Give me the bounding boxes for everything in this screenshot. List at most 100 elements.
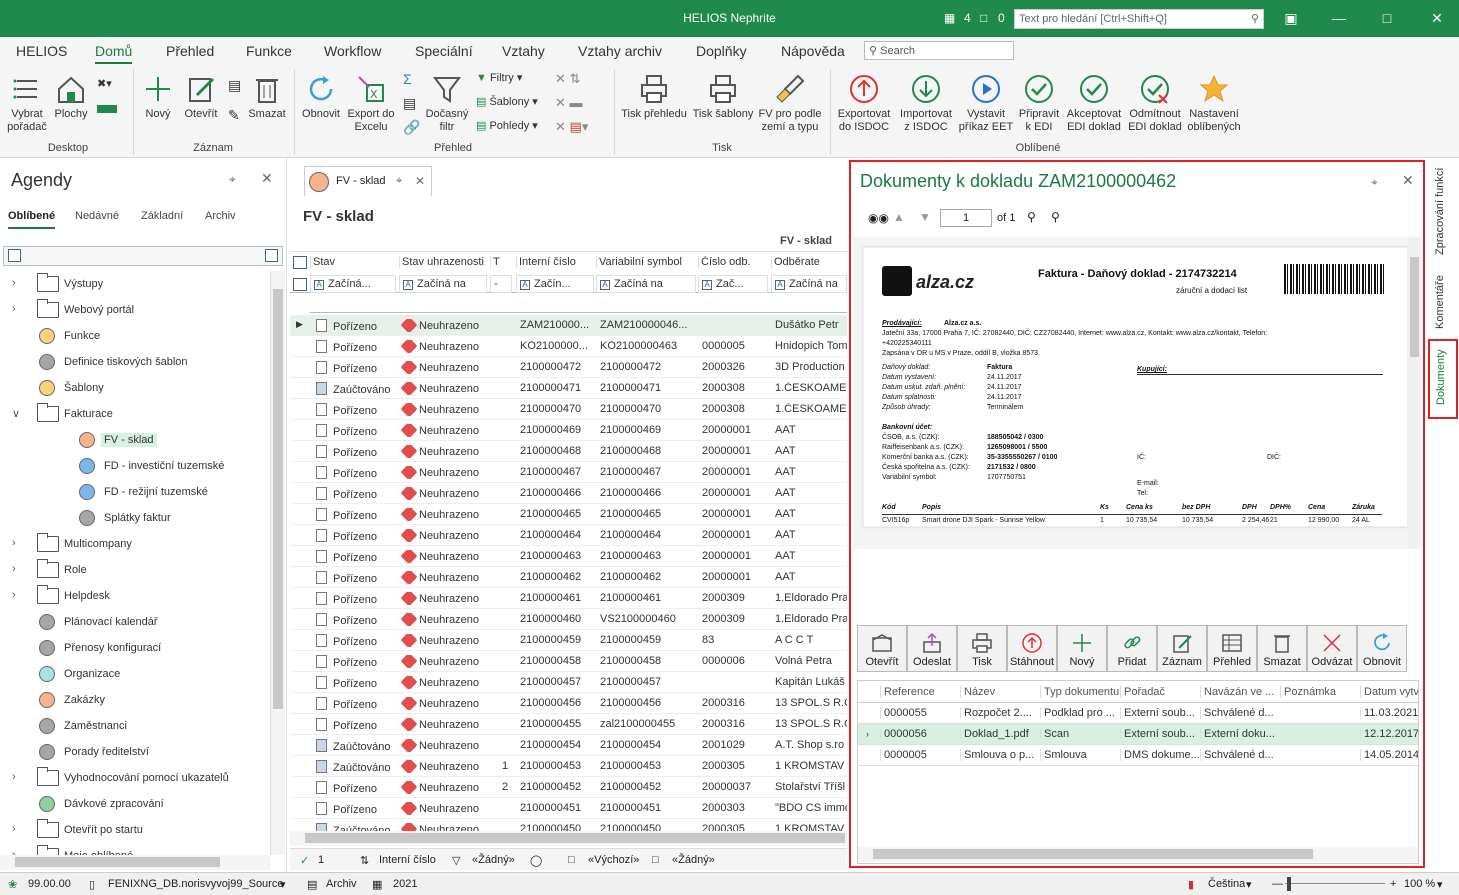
export-excel-button[interactable]: X Export do Excelu (345, 73, 397, 134)
column-header[interactable]: Odběrate (771, 256, 847, 268)
color-icon[interactable] (97, 105, 117, 113)
table-row[interactable]: Pořízeno Neuhrazeno 2100000460 VS2100000460… (290, 609, 847, 630)
tree-item[interactable]: ›Moje oblíbené (0, 843, 268, 855)
table-row[interactable]: Pořízeno Neuhrazeno 2100000456 2100000456 20… (290, 693, 847, 714)
column-header[interactable]: Interní číslo (516, 256, 594, 268)
exportovat-isdoc-button[interactable]: Exportovat do ISDOC (834, 73, 894, 134)
filter-chooser-icon[interactable] (293, 278, 307, 291)
zoom-in-icon[interactable]: + (1390, 878, 1396, 890)
table-row[interactable]: Pořízeno Neuhrazeno 2100000455 zal210000045… (290, 714, 847, 735)
column-filter[interactable]: A Začíná na (399, 275, 487, 293)
obnovit-button[interactable]: Obnovit (299, 73, 343, 121)
tree-item[interactable]: › Multicompany (0, 531, 268, 557)
filter-icon[interactable]: ▽ (452, 854, 460, 867)
tree-item[interactable]: Zaměstnanci (0, 713, 268, 739)
fv-pro-podle-button[interactable]: FV pro podle zemí a typu (756, 73, 824, 134)
contact-icon[interactable]: ▦ (944, 11, 955, 25)
smazat-button[interactable]: Smazat (246, 73, 288, 121)
zoom-in-icon[interactable]: ⚲ (1051, 210, 1060, 224)
chevron-down-icon[interactable]: ∨ (12, 407, 22, 420)
other-icon[interactable]: □ (652, 854, 659, 866)
filter-clear-icon[interactable] (265, 249, 278, 262)
documents-column-header[interactable]: Navázán ve ... (1200, 686, 1280, 698)
document-action-button[interactable]: Přidat (1107, 625, 1157, 672)
tree-scroll-thumb[interactable] (273, 289, 283, 709)
menu-search-input[interactable]: ⚲ Search (864, 41, 1014, 60)
otevrit-button[interactable]: Otevřít (180, 73, 222, 121)
documents-row[interactable]: 0000055 Rozpočet 2.... Podklad pro ... Exte… (858, 703, 1418, 724)
tree-item[interactable]: Funkce (0, 323, 268, 349)
pohledy-button[interactable]: ▤ Pohledy ▾ (476, 119, 538, 132)
table-row[interactable]: Pořízeno Neuhrazeno 2100000470 2100000470 20… (290, 399, 847, 420)
close-icon[interactable]: ✕ (1402, 172, 1414, 189)
menu-vztahy-archiv[interactable]: Vztahy archiv (578, 43, 662, 59)
documents-row[interactable]: 0000005 Smlouva o p... Smlouva DMS dokume..… (858, 745, 1418, 766)
sum-icon[interactable]: Σ (403, 71, 412, 87)
column-header[interactable]: T (490, 256, 512, 268)
tree-item[interactable]: Organizace (0, 661, 268, 687)
documents-row[interactable]: › 0000056 Doklad_1.pdf Scan Externí soub... E… (858, 724, 1418, 745)
documents-column-header[interactable]: Typ dokumentu (1040, 686, 1120, 698)
other-label[interactable]: «Žádný» (672, 854, 715, 866)
layout-icon[interactable]: ✖▾ (97, 77, 112, 90)
table-row[interactable]: Pořízeno Neuhrazeno 2100000468 2100000468 20… (290, 441, 847, 462)
documents-column-header[interactable]: Datum vytv (1360, 686, 1418, 698)
table-row[interactable]: Pořízeno Neuhrazeno 2100000451 2100000451 20… (290, 798, 847, 819)
table-row[interactable]: Pořízeno Neuhrazeno 2100000472 2100000472 20… (290, 357, 847, 378)
filtry-button[interactable]: ▼ Filtry ▾ (476, 71, 522, 84)
database-label[interactable]: FENIXNG_DB.norisvyvoj99_Source (108, 878, 283, 890)
column-header[interactable]: Variabilní symbol (596, 256, 696, 268)
tab-fv-sklad[interactable]: FV - sklad ⌖ ✕ (304, 166, 432, 196)
tree-item[interactable]: › Helpdesk (0, 583, 268, 609)
filter-toggle-icon[interactable] (8, 249, 21, 262)
document-action-button[interactable]: Stáhnout (1007, 625, 1057, 672)
prev-page-icon[interactable]: ▲ (893, 210, 905, 224)
next-page-icon[interactable]: ▼ (919, 210, 931, 224)
table-row[interactable]: Zaúčtováno Neuhrazeno 2100000454 2100000454… (290, 735, 847, 756)
page-number-input[interactable]: 1 (940, 209, 992, 227)
agendy-filter-row[interactable] (3, 246, 283, 266)
tree-item[interactable]: Porady ředitelství (0, 739, 268, 765)
menu-domu[interactable]: Domů (95, 43, 133, 64)
view-icon[interactable]: □ (568, 854, 575, 866)
table-row[interactable]: ▶ Pořízeno Neuhrazeno ZAM210000... ZAM210000… (290, 315, 847, 336)
filter-label[interactable]: «Žádný» (472, 854, 515, 866)
clear-icon[interactable]: ✕ ⇅ (555, 71, 580, 87)
nastaveni-oblibenych-button[interactable]: Nastavení oblíbených (1186, 73, 1242, 134)
dropdown-icon[interactable]: ▾ (1437, 878, 1443, 891)
table-row[interactable]: Pořízeno Neuhrazeno KO2100000... KO21000004… (290, 336, 847, 357)
menu-doplnky[interactable]: Doplňky (696, 43, 747, 59)
column-filter[interactable]: A Začíná na (771, 275, 847, 293)
global-search-input[interactable]: Text pro hledání [Ctrl+Shift+Q] ⚲ (1014, 9, 1264, 29)
clear2-icon[interactable]: ✕ ▬ (555, 95, 583, 111)
record-icon[interactable]: ▤ (228, 77, 241, 94)
link-icon[interactable]: 🔗 (403, 119, 420, 136)
minimize-button[interactable]: — (1326, 6, 1352, 30)
pdf-scrollbar[interactable] (1408, 237, 1421, 549)
pin-icon[interactable]: ⌖ (396, 175, 402, 188)
tree-item[interactable]: Definice tiskových šablon (0, 349, 268, 375)
menu-vztahy[interactable]: Vztahy (502, 43, 545, 59)
close-button[interactable]: ✕ (1424, 6, 1450, 30)
documents-column-header[interactable]: Poznámka (1280, 686, 1360, 698)
chevron-right-icon[interactable]: › (12, 589, 22, 601)
table-row[interactable]: Pořízeno Neuhrazeno 2100000467 2100000467 20… (290, 462, 847, 483)
tree-item[interactable]: › Výstupy (0, 271, 268, 297)
close-tab-icon[interactable]: ✕ (415, 174, 425, 188)
table-row[interactable]: Zaúčtováno Neuhrazeno 2100000450 2100000450… (290, 819, 847, 831)
pripravit-edi-button[interactable]: Připravit k EDI (1014, 73, 1064, 134)
menu-specialni[interactable]: Speciální (415, 43, 473, 59)
document-action-button[interactable]: Smazat (1257, 625, 1307, 672)
table-row[interactable]: Pořízeno Neuhrazeno 2 2100000452 2100000452 2… (290, 777, 847, 798)
vybrat-poradac-button[interactable]: Vybrat pořadač (4, 73, 50, 134)
tisk-sablony-button[interactable]: Tisk šablony (690, 73, 756, 121)
tab-archiv[interactable]: Archiv (205, 210, 236, 222)
tree-item[interactable]: › Otevřít po startu (0, 817, 268, 843)
chevron-right-icon[interactable]: › (12, 277, 22, 289)
column-header[interactable]: Stav (310, 256, 396, 268)
chevron-right-icon[interactable]: › (12, 771, 22, 783)
table-icon[interactable]: ▤ (403, 95, 416, 112)
document-action-button[interactable]: Odeslat (907, 625, 957, 672)
tab-dokumenty[interactable]: Dokumenty (1428, 339, 1458, 419)
documents-column-header[interactable]: Pořadač (1120, 686, 1200, 698)
